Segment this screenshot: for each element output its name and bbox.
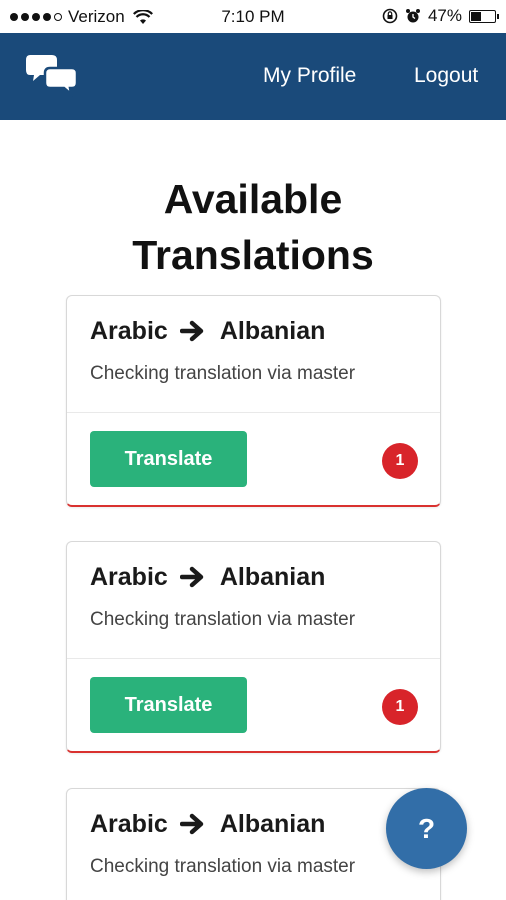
arrow-right-icon — [179, 320, 204, 342]
chat-bubbles-icon[interactable] — [26, 53, 80, 97]
alarm-icon — [405, 9, 420, 23]
translate-button[interactable]: Translate — [90, 431, 247, 487]
status-bar: Verizon 7:10 PM 47% — [0, 0, 506, 33]
card-header: Arabic Albanian Checking translation via… — [67, 542, 440, 659]
card-footer: Translate 1 — [67, 413, 440, 506]
card-header: Arabic Albanian Checking translation via… — [67, 789, 440, 900]
source-language: Arabic — [90, 316, 168, 345]
arrow-right-icon — [179, 813, 204, 835]
target-language: Albanian — [219, 316, 326, 345]
translation-card: Arabic Albanian Checking translation via… — [66, 541, 441, 753]
battery-level — [471, 11, 481, 21]
notification-badge: 1 — [382, 443, 418, 479]
card-subtitle: Checking translation via master — [90, 856, 356, 877]
source-language: Arabic — [90, 562, 168, 591]
translation-card: Arabic Albanian Checking translation via… — [66, 295, 441, 507]
language-pair: Arabic Albanian — [90, 316, 417, 346]
page-title-line-1: Available — [163, 176, 343, 222]
help-icon: ? — [417, 812, 436, 844]
translate-button[interactable]: Translate — [90, 677, 247, 733]
card-subtitle: Checking translation via master — [90, 609, 356, 630]
battery-percent: 47% — [427, 6, 462, 25]
target-language: Albanian — [219, 809, 326, 838]
source-language: Arabic — [90, 809, 168, 838]
language-pair: Arabic Albanian — [90, 562, 417, 592]
card-footer: Translate 1 — [67, 659, 440, 752]
page-title: Available Translations — [0, 171, 506, 283]
card-header: Arabic Albanian Checking translation via… — [67, 296, 440, 413]
target-language: Albanian — [219, 562, 326, 591]
translation-card: Arabic Albanian Checking translation via… — [66, 788, 441, 900]
language-pair: Arabic Albanian — [90, 809, 417, 839]
page-title-line-2: Translations — [132, 232, 374, 278]
status-right: 47% — [382, 6, 499, 26]
card-subtitle: Checking translation via master — [90, 363, 356, 384]
lock-rotation-icon — [382, 8, 398, 24]
my-profile-link[interactable]: My Profile — [263, 64, 356, 88]
arrow-right-icon — [179, 566, 204, 588]
logout-link[interactable]: Logout — [414, 64, 478, 88]
help-button[interactable]: ? — [386, 788, 467, 869]
battery-icon — [469, 9, 499, 23]
notification-badge: 1 — [382, 689, 418, 725]
top-navbar: My Profile Logout — [0, 33, 506, 120]
